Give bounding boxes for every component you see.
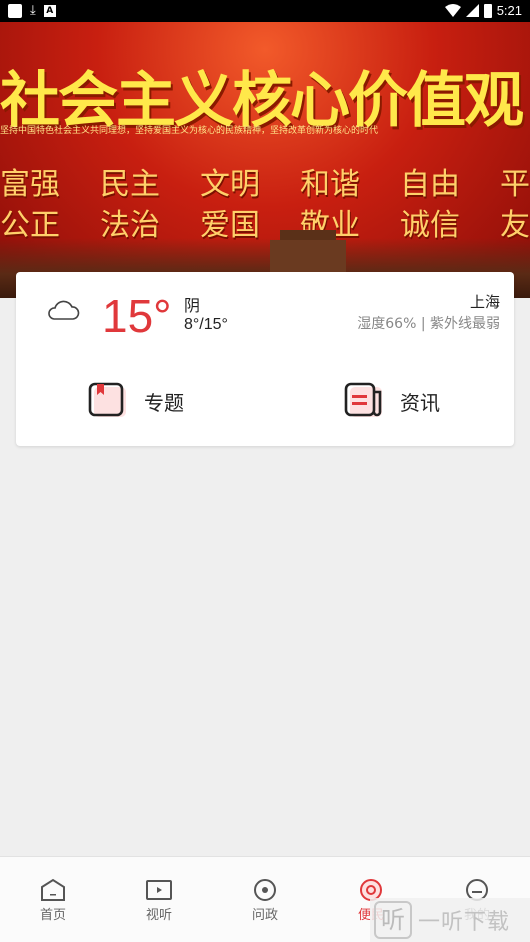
banner-subtitle: 坚持中国特色社会主义共同理想，坚持爱国主义为核心的民族精神，坚持改革创新为核心的…	[0, 126, 379, 136]
notification-icon	[8, 4, 22, 18]
nav-video-label: 视听	[145, 908, 172, 923]
banner-value: 自由	[400, 167, 460, 202]
banner-value: 民主	[100, 167, 160, 202]
signal-icon	[465, 4, 479, 17]
nav-video[interactable]: 视听	[106, 857, 212, 942]
topic-label: 专题	[144, 390, 184, 415]
nav-inquiry-label: 问政	[251, 908, 278, 923]
news-button[interactable]: 资讯	[344, 380, 440, 422]
cloud-icon	[48, 300, 80, 320]
city-name[interactable]: 上海	[470, 291, 500, 312]
topic-button[interactable]: 专题	[88, 380, 184, 422]
temperature: 15°	[102, 290, 172, 342]
inquiry-icon	[254, 879, 276, 901]
battery-icon	[483, 3, 492, 18]
nav-inquiry[interactable]: 问政	[212, 857, 318, 942]
news-icon	[344, 382, 382, 417]
video-icon	[146, 880, 172, 900]
watermark-logo: 听	[374, 901, 412, 939]
nav-home-label: 首页	[39, 908, 66, 923]
bookmark-book-icon	[88, 382, 126, 417]
watermark-text: 一听下载	[418, 910, 511, 935]
news-label: 资讯	[400, 390, 440, 415]
status-bar: ⤓ A 5:21	[0, 0, 530, 22]
weather-card: 15° 阴 8°/15° 上海 湿度66% | 紫外线最弱 专题 资讯	[16, 272, 514, 446]
banner-value: 和谐	[300, 167, 360, 202]
download-icon: ⤓	[30, 3, 36, 18]
banner-value: 富强	[0, 167, 60, 202]
status-time: 5:21	[496, 3, 522, 18]
home-icon	[41, 878, 65, 901]
wifi-icon	[444, 4, 461, 17]
temperature-range: 8°/15°	[184, 316, 228, 333]
watermark: 听 一听下载	[370, 898, 530, 942]
banner-values-row-1: 富强 民主 文明 和谐 自由 平等	[0, 159, 530, 203]
weather-detail: 湿度66% | 紫外线最弱	[357, 316, 500, 332]
banner-image[interactable]: 社会主义核心价值观 坚持中国特色社会主义共同理想，坚持爱国主义为核心的民族精神，…	[0, 22, 530, 298]
weather-condition: 阴	[184, 296, 201, 315]
banner-value: 平等	[500, 167, 530, 202]
banner-value: 文明	[200, 167, 260, 202]
app-notification-icon: A	[43, 5, 56, 17]
nav-home[interactable]: 首页	[0, 857, 106, 942]
